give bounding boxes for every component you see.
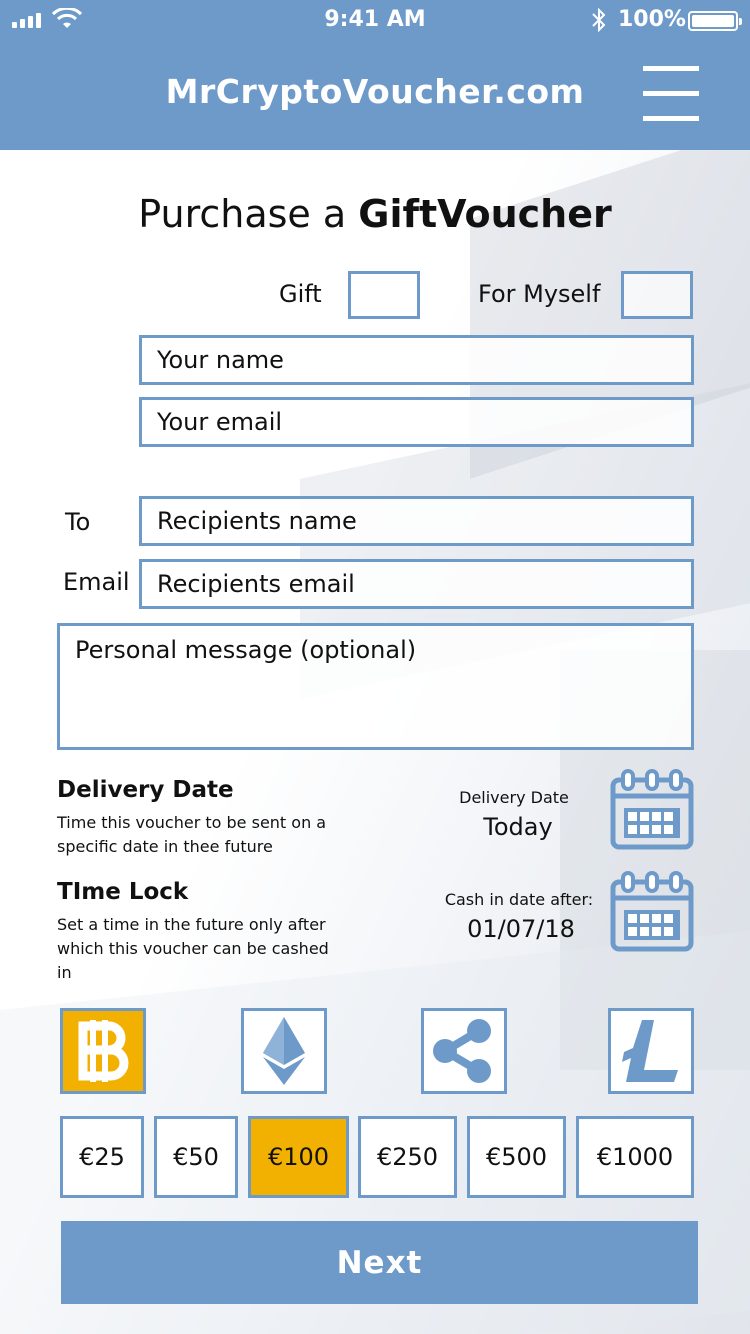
amount-1000-button[interactable]: €1000 (576, 1116, 694, 1198)
status-bar: 9:41 AM 100% (0, 0, 750, 40)
to-label: To (65, 508, 91, 536)
amount-100-button[interactable]: €100 (248, 1116, 349, 1198)
page-title: Purchase a GiftVoucher (138, 192, 612, 236)
delivery-date-value[interactable]: Today (434, 813, 602, 841)
delivery-date-title: Delivery Date (57, 777, 234, 803)
ripple-button[interactable] (421, 1008, 507, 1094)
personal-message-textarea[interactable]: Personal message (optional) (57, 623, 694, 750)
email-label: Email (63, 568, 130, 596)
for-myself-checkbox[interactable] (621, 271, 693, 319)
delivery-date-description: Time this voucher to be sent on a specif… (57, 813, 327, 856)
time-lock-calendar-icon[interactable] (610, 870, 694, 952)
battery-percent: 100% (618, 7, 686, 32)
your-name-input[interactable]: Your name (139, 335, 694, 385)
site-title: MrCryptoVoucher.com (165, 72, 585, 111)
litecoin-button[interactable] (608, 1008, 694, 1094)
battery-icon (688, 11, 742, 31)
amount-25-button[interactable]: €25 (60, 1116, 144, 1198)
ethereum-button[interactable] (241, 1008, 327, 1094)
time-lock-description: Set a time in the future only after whic… (57, 915, 329, 982)
for-myself-label: For Myself (478, 280, 601, 308)
cash-in-date-label: Cash in date after: (444, 890, 594, 909)
app-header: MrCryptoVoucher.com (0, 40, 750, 150)
delivery-date-label: Delivery Date (459, 788, 569, 807)
delivery-calendar-icon[interactable] (610, 768, 694, 850)
time-lock-title: TIme Lock (57, 879, 189, 905)
gift-checkbox[interactable] (348, 271, 420, 319)
bitcoin-icon (78, 1020, 129, 1082)
bluetooth-icon (592, 7, 606, 33)
cash-in-date-value[interactable]: 01/07/18 (434, 915, 608, 943)
amount-250-button[interactable]: €250 (358, 1116, 457, 1198)
purchase-form: Purchase a GiftVoucher Gift For Myself Y… (0, 150, 750, 1334)
gift-label: Gift (279, 280, 322, 308)
recipient-name-input[interactable]: Recipients name (139, 496, 694, 546)
amount-500-button[interactable]: €500 (467, 1116, 566, 1198)
next-button[interactable]: Next (61, 1221, 698, 1304)
litecoin-icon (622, 1020, 678, 1082)
recipient-email-input[interactable]: Recipients email (139, 559, 694, 609)
amount-50-button[interactable]: €50 (154, 1116, 238, 1198)
ripple-icon (433, 1019, 491, 1083)
hamburger-menu-icon[interactable] (643, 66, 699, 122)
bitcoin-button[interactable] (60, 1008, 146, 1094)
ethereum-icon (263, 1017, 305, 1085)
your-email-input[interactable]: Your email (139, 397, 694, 447)
